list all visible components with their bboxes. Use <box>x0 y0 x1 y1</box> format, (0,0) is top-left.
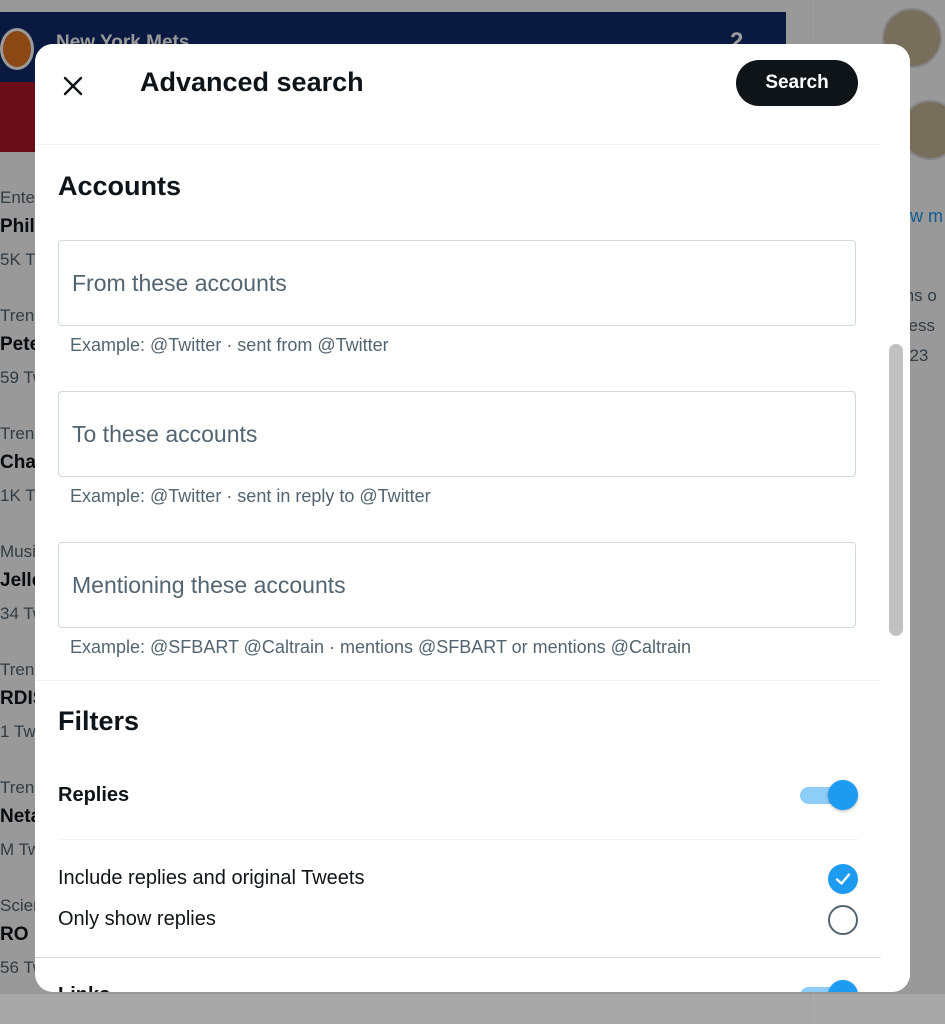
include-replies-label[interactable]: Include replies and original Tweets <box>58 867 364 890</box>
from-accounts-input[interactable] <box>59 241 855 325</box>
search-button[interactable]: Search <box>736 60 858 106</box>
filters-heading: Filters <box>58 706 140 736</box>
section-divider <box>35 680 881 681</box>
to-accounts-field[interactable] <box>58 391 856 477</box>
scrollbar-thumb[interactable] <box>889 344 903 636</box>
only-replies-label[interactable]: Only show replies <box>58 908 216 931</box>
replies-divider <box>58 839 858 840</box>
replies-toggle[interactable] <box>800 780 858 810</box>
to-accounts-hint: Example: @Twitter · sent in reply to @Tw… <box>70 486 431 506</box>
include-replies-radio[interactable] <box>828 864 858 894</box>
modal-title: Advanced search <box>140 67 364 97</box>
close-button[interactable] <box>55 68 91 104</box>
mentioning-accounts-input[interactable] <box>59 543 855 627</box>
toggle-knob <box>828 980 858 992</box>
toggle-knob <box>828 780 858 810</box>
filters-divider <box>35 957 881 958</box>
advanced-search-modal: Advanced search Search Accounts Example:… <box>35 44 910 992</box>
to-accounts-input[interactable] <box>59 392 855 476</box>
mentioning-accounts-hint: Example: @SFBART @Caltrain · mentions @S… <box>70 637 691 657</box>
modal-header: Advanced search Search <box>35 44 881 144</box>
links-toggle[interactable] <box>800 980 858 992</box>
only-replies-radio[interactable] <box>828 905 858 935</box>
header-divider <box>35 144 881 145</box>
backdrop-strip <box>0 994 945 1024</box>
from-accounts-field[interactable] <box>58 240 856 326</box>
accounts-heading: Accounts <box>58 171 182 201</box>
links-label: Links <box>58 984 110 992</box>
mentioning-accounts-field[interactable] <box>58 542 856 628</box>
replies-label: Replies <box>58 784 130 806</box>
close-icon <box>55 76 91 108</box>
from-accounts-hint: Example: @Twitter · sent from @Twitter <box>70 335 389 355</box>
